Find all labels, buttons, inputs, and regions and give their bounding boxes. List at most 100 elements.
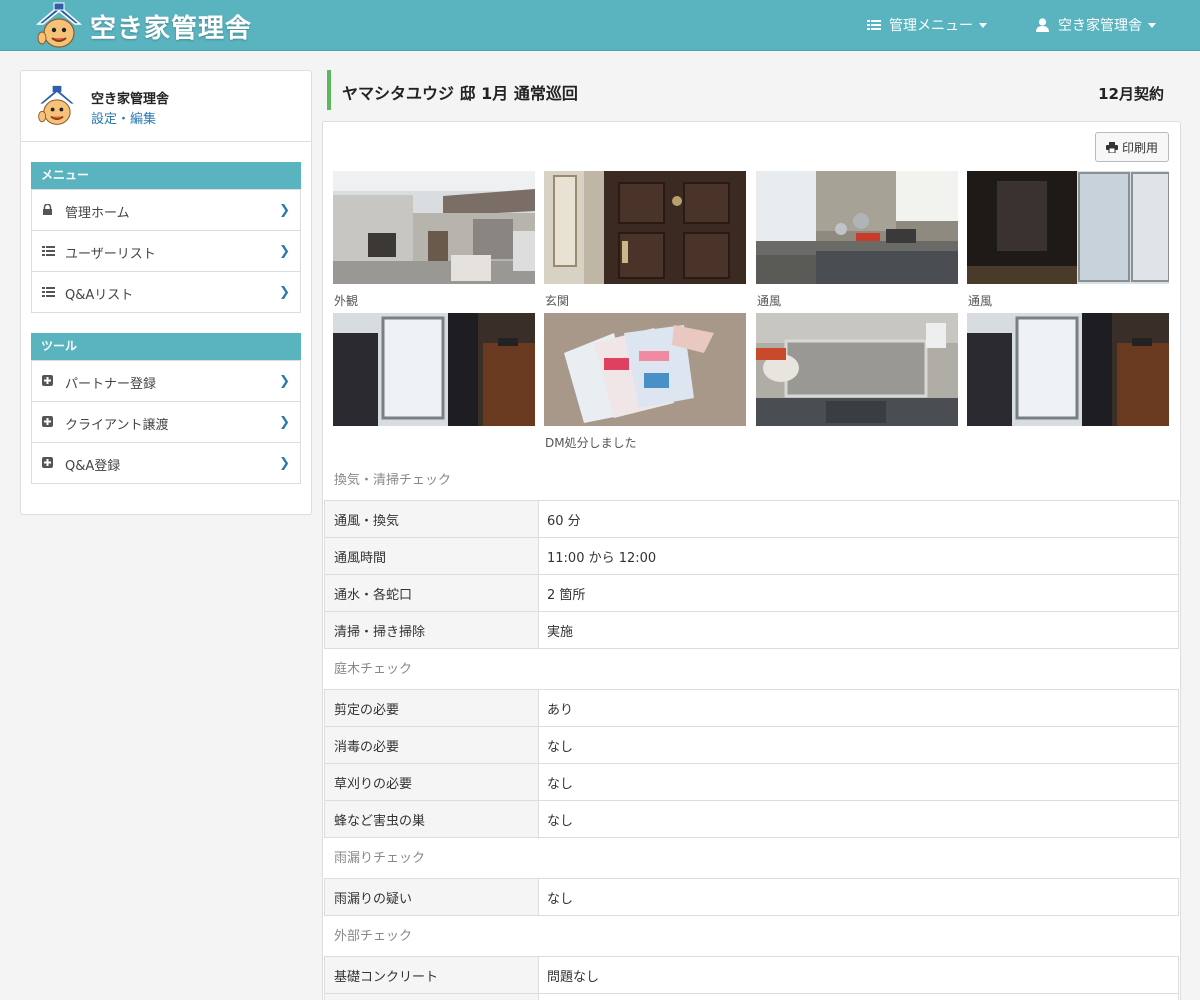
section-title-roof-leak: 雨漏りチェック	[324, 840, 1179, 877]
row-value: 60 分	[538, 500, 1179, 538]
sidebar-item-label: 管理ホーム	[65, 206, 130, 221]
list-icon	[42, 246, 55, 256]
photo-caption: 外観	[334, 294, 359, 308]
sidebar-item-user-list[interactable]: ユーザーリスト ❯	[32, 230, 300, 271]
print-button-label: 印刷用	[1121, 140, 1158, 155]
table-row: 通水・各蛇口 2 箇所	[324, 574, 1179, 612]
photo-kitchen-sink[interactable]	[756, 313, 958, 426]
row-value: なし	[538, 726, 1179, 764]
photo-caption: 通風	[968, 294, 993, 308]
dark-room-window-photo	[967, 171, 1169, 284]
table-row	[324, 993, 1179, 1000]
sidebar-item-label: Q&A登録	[65, 459, 121, 474]
chevron-right-icon: ❯	[279, 203, 290, 218]
lock-icon	[43, 204, 52, 215]
house-exterior-photo	[333, 171, 535, 284]
print-button[interactable]: 印刷用	[1095, 132, 1169, 162]
photo-front-door[interactable]	[544, 171, 746, 284]
user-menu-label: 空き家管理舎	[1058, 18, 1142, 34]
row-key: 通風・換気	[324, 500, 539, 538]
section-title-garden: 庭木チェック	[324, 651, 1179, 688]
plus-square-icon	[42, 375, 53, 386]
photo-exterior[interactable]	[333, 171, 535, 284]
front-door-photo	[544, 171, 746, 284]
printer-icon	[1105, 141, 1118, 153]
chevron-right-icon: ❯	[279, 415, 290, 430]
user-menu-dropdown[interactable]: 空き家管理舎	[1014, 0, 1200, 50]
brand-link[interactable]: 空き家管理舎	[34, 2, 252, 50]
photo-room-window-2[interactable]	[967, 313, 1169, 426]
sidebar-item-admin-home[interactable]: 管理ホーム ❯	[32, 189, 300, 230]
table-row: 通風・換気 60 分	[324, 500, 1179, 538]
mascot-logo-icon	[35, 2, 83, 48]
sidebar-item-label: パートナー登録	[65, 377, 157, 392]
row-key: 雨漏りの疑い	[324, 878, 539, 916]
row-value: なし	[538, 878, 1179, 916]
sidebar: 空き家管理舎 設定・編集 メニュー 管理ホーム ❯ ユーザーリスト ❯ Q&Aリ…	[20, 70, 312, 515]
table-row: 消毒の必要 なし	[324, 726, 1179, 764]
exterior-check-table: 基礎コンクリート 問題なし	[324, 956, 1179, 1000]
list-icon	[42, 287, 55, 297]
sidebar-item-qa-list[interactable]: Q&Aリスト ❯	[32, 271, 300, 312]
row-value: 2 箇所	[538, 574, 1179, 612]
mascot-avatar-icon	[36, 85, 78, 125]
row-value: 11:00 から 12:00	[538, 537, 1179, 575]
row-key: 消毒の必要	[324, 726, 539, 764]
sidebar-item-label: ユーザーリスト	[65, 247, 156, 262]
room-window-photo	[967, 313, 1169, 426]
photo-room-window-1[interactable]	[333, 313, 535, 426]
table-row: 清掃・掃き掃除 実施	[324, 611, 1179, 649]
admin-menu-dropdown[interactable]: 管理メニュー	[845, 0, 1014, 50]
section-title-exterior: 外部チェック	[324, 918, 1179, 955]
chevron-right-icon: ❯	[279, 285, 290, 300]
row-key: 清掃・掃き掃除	[324, 611, 539, 649]
photo-caption: DM処分しました	[545, 436, 637, 450]
table-row: 通風時間 11:00 から 12:00	[324, 537, 1179, 575]
photo-ventilation-room[interactable]	[967, 171, 1169, 284]
page-header: ヤマシタユウジ 邸 1月 通常巡回 12月契約	[327, 70, 1180, 110]
row-value	[538, 993, 1179, 1000]
section-title-ventilation: 換気・清掃チェック	[324, 462, 1179, 499]
row-value: なし	[538, 800, 1179, 838]
row-value: 問題なし	[538, 956, 1179, 994]
row-key: 通水・各蛇口	[324, 574, 539, 612]
photo-ventilation-kitchen[interactable]	[756, 171, 958, 284]
plus-square-icon	[42, 457, 53, 468]
plus-square-icon	[42, 416, 53, 427]
profile-name: 空き家管理舎	[91, 92, 170, 107]
page-title: ヤマシタユウジ 邸 1月 通常巡回	[342, 84, 578, 103]
table-row: 雨漏りの疑い なし	[324, 878, 1179, 916]
row-value: あり	[538, 689, 1179, 727]
admin-menu-label: 管理メニュー	[889, 18, 973, 34]
row-key: 蜂など害虫の巣	[324, 800, 539, 838]
chevron-right-icon: ❯	[279, 244, 290, 259]
chevron-right-icon: ❯	[279, 456, 290, 471]
caret-down-icon	[979, 22, 987, 28]
tools-panel-title: ツール	[31, 333, 301, 360]
profile-settings-link[interactable]: 設定・編集	[91, 108, 156, 127]
photo-dm-disposal[interactable]	[544, 313, 746, 426]
row-value: なし	[538, 763, 1179, 801]
row-value: 実施	[538, 611, 1179, 649]
row-key: 草刈りの必要	[324, 763, 539, 801]
sidebar-item-qa-register[interactable]: Q&A登録 ❯	[32, 442, 300, 483]
sidebar-item-partner-register[interactable]: パートナー登録 ❯	[32, 360, 300, 401]
caret-down-icon	[1148, 22, 1156, 28]
row-key: 通風時間	[324, 537, 539, 575]
photo-caption: 通風	[757, 294, 782, 308]
contract-label: 12月契約	[1098, 85, 1164, 103]
top-navbar: 空き家管理舎 管理メニュー 空き家管理舎	[0, 0, 1200, 51]
room-window-photo	[333, 313, 535, 426]
sidebar-item-client-transfer[interactable]: クライアント譲渡 ❯	[32, 401, 300, 442]
row-key	[324, 993, 539, 1000]
ventilation-check-table: 通風・換気 60 分 通風時間 11:00 から 12:00 通水・各蛇口 2 …	[324, 500, 1179, 649]
table-row: 蜂など害虫の巣 なし	[324, 800, 1179, 838]
row-key: 剪定の必要	[324, 689, 539, 727]
report-card: 印刷用 外観 玄関 通風 通風 DM処分しました 換気・清掃チェック 通風・換気…	[322, 121, 1181, 1000]
row-key: 基礎コンクリート	[324, 956, 539, 994]
sidebar-item-label: Q&Aリスト	[65, 288, 134, 303]
table-row: 剪定の必要 あり	[324, 689, 1179, 727]
list-icon	[867, 20, 881, 30]
roof-leak-check-table: 雨漏りの疑い なし	[324, 878, 1179, 916]
chevron-right-icon: ❯	[279, 374, 290, 389]
